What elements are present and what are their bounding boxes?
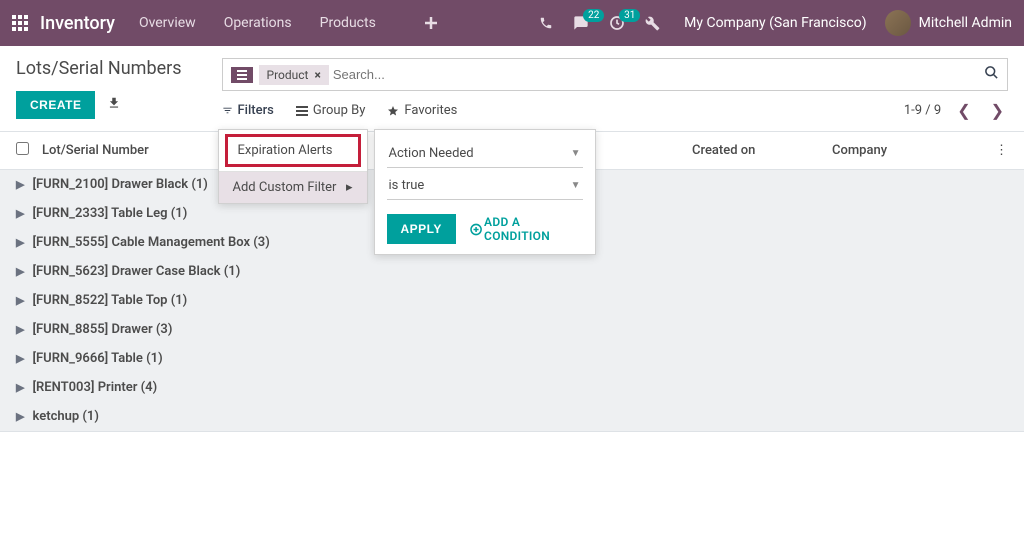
caret-icon: ▶ bbox=[16, 236, 24, 249]
filters-toggle[interactable]: Filters bbox=[222, 103, 274, 118]
top-navbar: Inventory Overview Operations Products 2… bbox=[0, 0, 1024, 46]
nav-products[interactable]: Products bbox=[320, 15, 376, 31]
caret-icon: ▶ bbox=[16, 207, 24, 220]
groupby-label: Group By bbox=[313, 103, 366, 118]
pager-prev[interactable]: ❮ bbox=[953, 101, 974, 120]
table-row[interactable]: ▶ [FURN_8522] Table Top (1) bbox=[0, 286, 1024, 315]
table-row[interactable]: ▶ ketchup (1) bbox=[0, 402, 1024, 431]
create-button[interactable]: CREATE bbox=[16, 91, 95, 119]
filters-label: Filters bbox=[238, 103, 274, 118]
nav-overview[interactable]: Overview bbox=[139, 15, 196, 31]
favorites-label: Favorites bbox=[404, 103, 457, 118]
table-row[interactable]: ▶ [FURN_9666] Table (1) bbox=[0, 344, 1024, 373]
column-options-icon[interactable]: ⋮ bbox=[988, 143, 1008, 158]
filters-dropdown: Expiration Alerts Add Custom Filter ▸ bbox=[218, 129, 368, 204]
row-label: ketchup (1) bbox=[32, 409, 98, 424]
row-label: [FURN_2333] Table Leg (1) bbox=[32, 206, 187, 221]
caret-icon: ▶ bbox=[16, 178, 24, 191]
custom-filter-operator[interactable]: is true ▼ bbox=[387, 172, 583, 200]
caret-icon: ▶ bbox=[16, 265, 24, 278]
messages-badge: 22 bbox=[583, 9, 604, 22]
company-selector[interactable]: My Company (San Francisco) bbox=[684, 15, 866, 31]
table-row[interactable]: ▶ [RENT003] Printer (4) bbox=[0, 373, 1024, 402]
activity-icon[interactable]: 31 bbox=[609, 15, 625, 31]
search-icon[interactable] bbox=[984, 65, 999, 84]
row-label: [RENT003] Printer (4) bbox=[32, 380, 157, 395]
apply-button[interactable]: APPLY bbox=[387, 214, 456, 244]
import-icon[interactable] bbox=[107, 96, 121, 114]
search-chip[interactable]: Product × bbox=[259, 65, 329, 85]
caret-icon: ▶ bbox=[16, 294, 24, 307]
search-chip-text: Product bbox=[267, 68, 309, 82]
col-company[interactable]: Company bbox=[832, 143, 988, 158]
add-custom-label: Add Custom Filter bbox=[233, 180, 337, 195]
caret-icon: ▶ bbox=[16, 352, 24, 365]
select-all-checkbox[interactable] bbox=[16, 142, 29, 155]
avatar[interactable] bbox=[885, 10, 911, 36]
custom-filter-field[interactable]: Action Needed ▼ bbox=[387, 140, 583, 168]
chevron-right-icon: ▸ bbox=[346, 180, 353, 195]
activity-badge: 31 bbox=[619, 9, 640, 22]
app-brand[interactable]: Inventory bbox=[40, 13, 115, 34]
page-title: Lots/Serial Numbers bbox=[16, 58, 182, 79]
tools-icon[interactable] bbox=[645, 16, 660, 31]
caret-icon: ▶ bbox=[16, 410, 24, 423]
username[interactable]: Mitchell Admin bbox=[919, 15, 1012, 31]
favorites-toggle[interactable]: Favorites bbox=[387, 103, 457, 118]
apps-icon[interactable] bbox=[12, 15, 28, 31]
chevron-down-icon: ▼ bbox=[571, 180, 581, 191]
filter-expiration-alerts[interactable]: Expiration Alerts bbox=[225, 134, 361, 167]
row-label: [FURN_8522] Table Top (1) bbox=[32, 293, 187, 308]
caret-icon: ▶ bbox=[16, 381, 24, 394]
col-created[interactable]: Created on bbox=[692, 143, 832, 158]
pager-range: 1-9 / 9 bbox=[904, 103, 941, 118]
filter-add-custom[interactable]: Add Custom Filter ▸ bbox=[219, 172, 367, 203]
chevron-down-icon: ▼ bbox=[571, 148, 581, 159]
row-label: [FURN_5623] Drawer Case Black (1) bbox=[32, 264, 240, 279]
add-condition-button[interactable]: ADD A CONDITION bbox=[470, 215, 583, 243]
search-chip-close[interactable]: × bbox=[314, 68, 320, 82]
control-panel: Lots/Serial Numbers CREATE Product × bbox=[0, 46, 1024, 131]
cf-field-value: Action Needed bbox=[389, 146, 474, 161]
search-chip-icon bbox=[231, 67, 253, 83]
custom-filter-panel: Action Needed ▼ is true ▼ APPLY ADD A CO… bbox=[374, 129, 596, 255]
row-label: [FURN_9666] Table (1) bbox=[32, 351, 162, 366]
cf-op-value: is true bbox=[389, 178, 425, 193]
phone-icon[interactable] bbox=[539, 16, 553, 30]
pager: 1-9 / 9 ❮ ❯ bbox=[904, 101, 1008, 120]
nav-operations[interactable]: Operations bbox=[224, 15, 292, 31]
groupby-toggle[interactable]: Group By bbox=[296, 103, 366, 118]
caret-icon: ▶ bbox=[16, 323, 24, 336]
plus-icon[interactable] bbox=[424, 16, 438, 30]
search-options: Filters Group By Favorites 1-9 / 9 ❮ ❯ E… bbox=[222, 91, 1009, 128]
table-row[interactable]: ▶ [FURN_8855] Drawer (3) bbox=[0, 315, 1024, 344]
search-bar: Product × bbox=[222, 58, 1009, 91]
add-condition-label: ADD A CONDITION bbox=[484, 215, 582, 243]
pager-next[interactable]: ❯ bbox=[987, 101, 1008, 120]
table-row[interactable]: ▶ [FURN_5623] Drawer Case Black (1) bbox=[0, 257, 1024, 286]
row-label: [FURN_8855] Drawer (3) bbox=[32, 322, 172, 337]
search-input[interactable] bbox=[329, 63, 984, 86]
row-label: [FURN_5555] Cable Management Box (3) bbox=[32, 235, 269, 250]
messages-icon[interactable]: 22 bbox=[573, 15, 589, 31]
row-label: [FURN_2100] Drawer Black (1) bbox=[32, 177, 207, 192]
